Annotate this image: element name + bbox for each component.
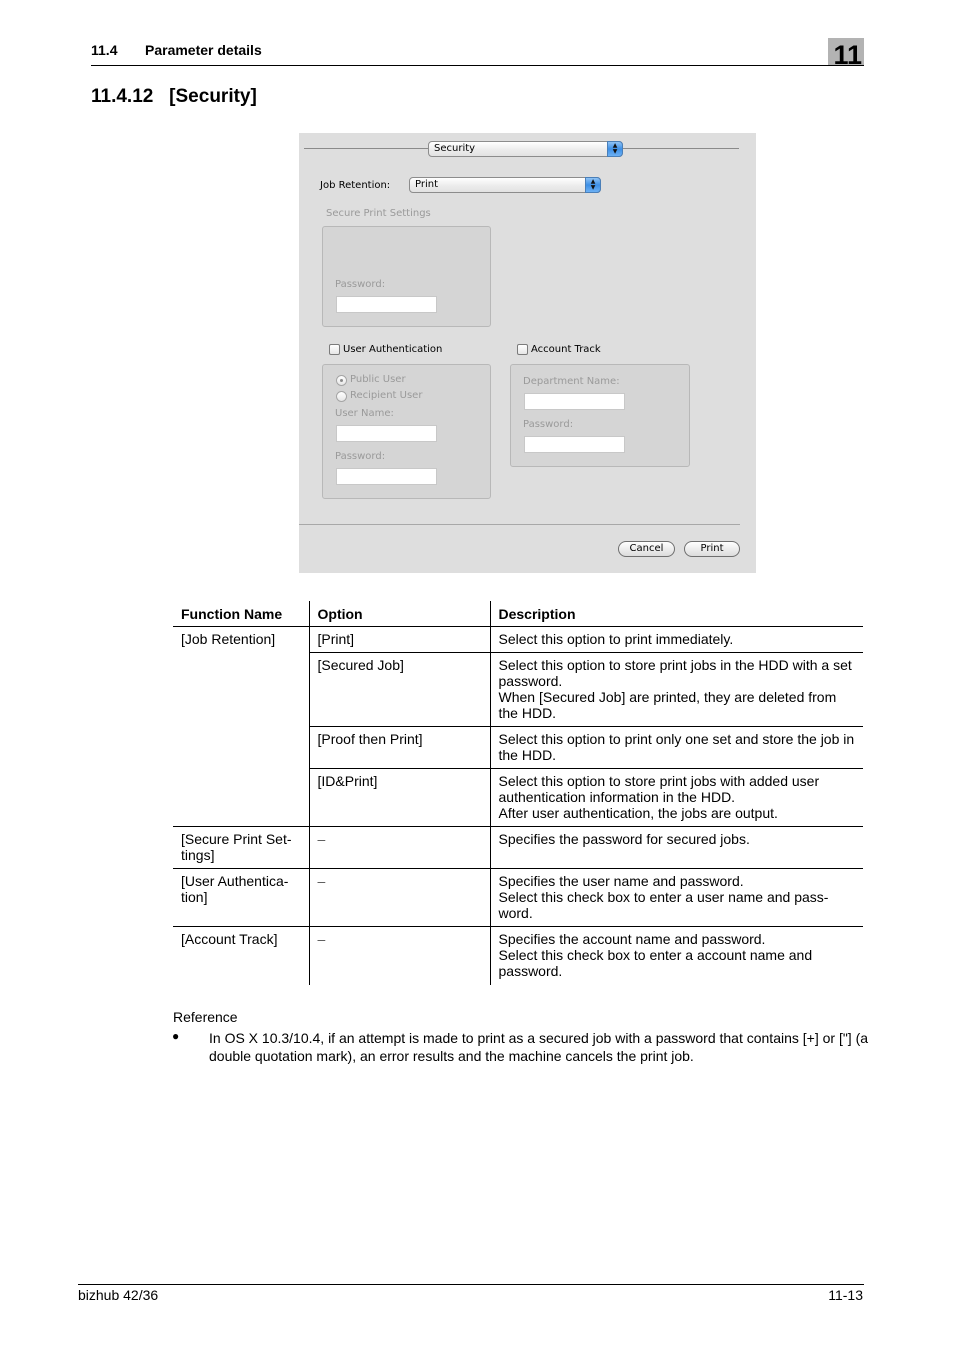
cell-option: [Print] [308,626,490,653]
chapter-badge: 11 [828,38,864,70]
table-row: [Secure Print Set- tings] – Specifies th… [173,826,863,869]
cell-description: Specifies the password for secured jobs. [489,826,863,869]
cell-function [173,768,309,827]
page-title: 11.4.12 [Security] [91,86,257,107]
cell-function [173,727,309,769]
table-row: [Account Track] – Specifies the account … [173,926,863,985]
cell-description: Select this option to print only one set… [489,726,863,769]
department-name-label: Department Name: [523,376,620,387]
cancel-button[interactable]: Cancel [618,541,675,557]
recipient-user-label: Recipient User [350,390,423,401]
secure-print-group-label: Secure Print Settings [326,208,431,219]
account-track-checkbox[interactable] [517,344,528,355]
column-header-option: Option [308,601,490,627]
footer-product: bizhub 42/36 [78,1287,159,1303]
cell-option: – [308,926,490,985]
public-user-label: Public User [350,374,406,385]
header-rule [91,65,864,66]
column-header-description: Description [489,601,863,627]
account-password-label: Password: [523,419,574,430]
recipient-user-radio[interactable] [336,391,347,402]
cell-option: [Secured Job] [308,652,490,727]
job-retention-value: Print [415,179,439,190]
cell-function: [Secure Print Set- tings] [173,826,309,869]
cell-function: [Account Track] [181,931,278,947]
table-row: [Secured Job] Select this option to stor… [173,652,863,727]
column-header-function-name: Function Name [173,601,309,627]
cell-description: Specifies the account name and password.… [489,926,863,985]
panel-select-value: Security [434,143,476,154]
account-password-field[interactable] [524,436,625,453]
user-password-field[interactable] [336,468,437,485]
cell-option: [ID&Print] [308,768,490,827]
cell-description: Select this option to store print jobs i… [489,652,863,727]
footer-page-number: 11-13 [828,1287,863,1303]
user-authentication-label: User Authentication [343,344,443,355]
job-retention-label: Job Retention: [320,180,391,191]
table-row: [Proof then Print] Select this option to… [173,726,863,769]
user-name-label: User Name: [335,408,394,419]
reference-item: In OS X 10.3/10.4, if an attempt is made… [209,1030,869,1064]
user-password-label: Password: [335,451,386,462]
parameter-table: Function Name Option Description [Job Re… [173,601,863,985]
cell-function [173,653,309,727]
secure-print-group: Password: [322,226,491,327]
cell-description: Specifies the user name and password. Se… [489,868,863,927]
popup-arrows-icon: ▲ ▼ [585,177,601,193]
user-name-field[interactable] [336,425,437,442]
panel-divider-left [304,148,428,149]
table-row: [User Authentica- tion] – Specifies the … [173,868,863,927]
footer-divider [299,524,740,525]
print-dialog-security-panel: Security ▲ ▼ Job Retention: Print ▲ ▼ Secu… [299,133,756,573]
cell-option: – [308,868,490,927]
reference-heading: Reference [173,1009,238,1025]
user-authentication-checkbox[interactable] [329,344,340,355]
print-button[interactable]: Print [684,541,740,557]
account-track-group: Department Name: Password: [510,364,690,467]
cell-function: [User Authentica- tion] [173,868,309,927]
department-name-field[interactable] [524,393,625,410]
header-section-number: 11.4 [91,42,118,58]
header-section-title: Parameter details [145,42,262,58]
cell-description: Select this option to print immediately. [489,626,863,653]
cell-function: [Job Retention] [181,631,276,647]
popup-arrows-icon: ▲ ▼ [607,141,623,157]
cell-option: – [308,826,490,869]
account-track-label: Account Track [531,344,601,355]
table-row: [Job Retention] [Print] Select this opti… [173,626,863,653]
panel-divider-right [623,148,739,149]
cell-description: Select this option to store print jobs w… [489,768,863,827]
bullet-icon: ● [172,1029,180,1043]
panel-select-popup[interactable]: Security ▲ ▼ [428,141,623,157]
public-user-radio[interactable] [336,375,347,386]
secure-print-password-label: Password: [335,279,386,290]
cell-option: [Proof then Print] [308,726,490,769]
secure-print-password-field[interactable] [336,296,437,313]
user-authentication-group: Public User Recipient User User Name: Pa… [322,364,491,499]
job-retention-select[interactable]: Print ▲ ▼ [409,177,601,193]
footer-rule [78,1284,864,1285]
table-row: [ID&Print] Select this option to store p… [173,768,863,827]
